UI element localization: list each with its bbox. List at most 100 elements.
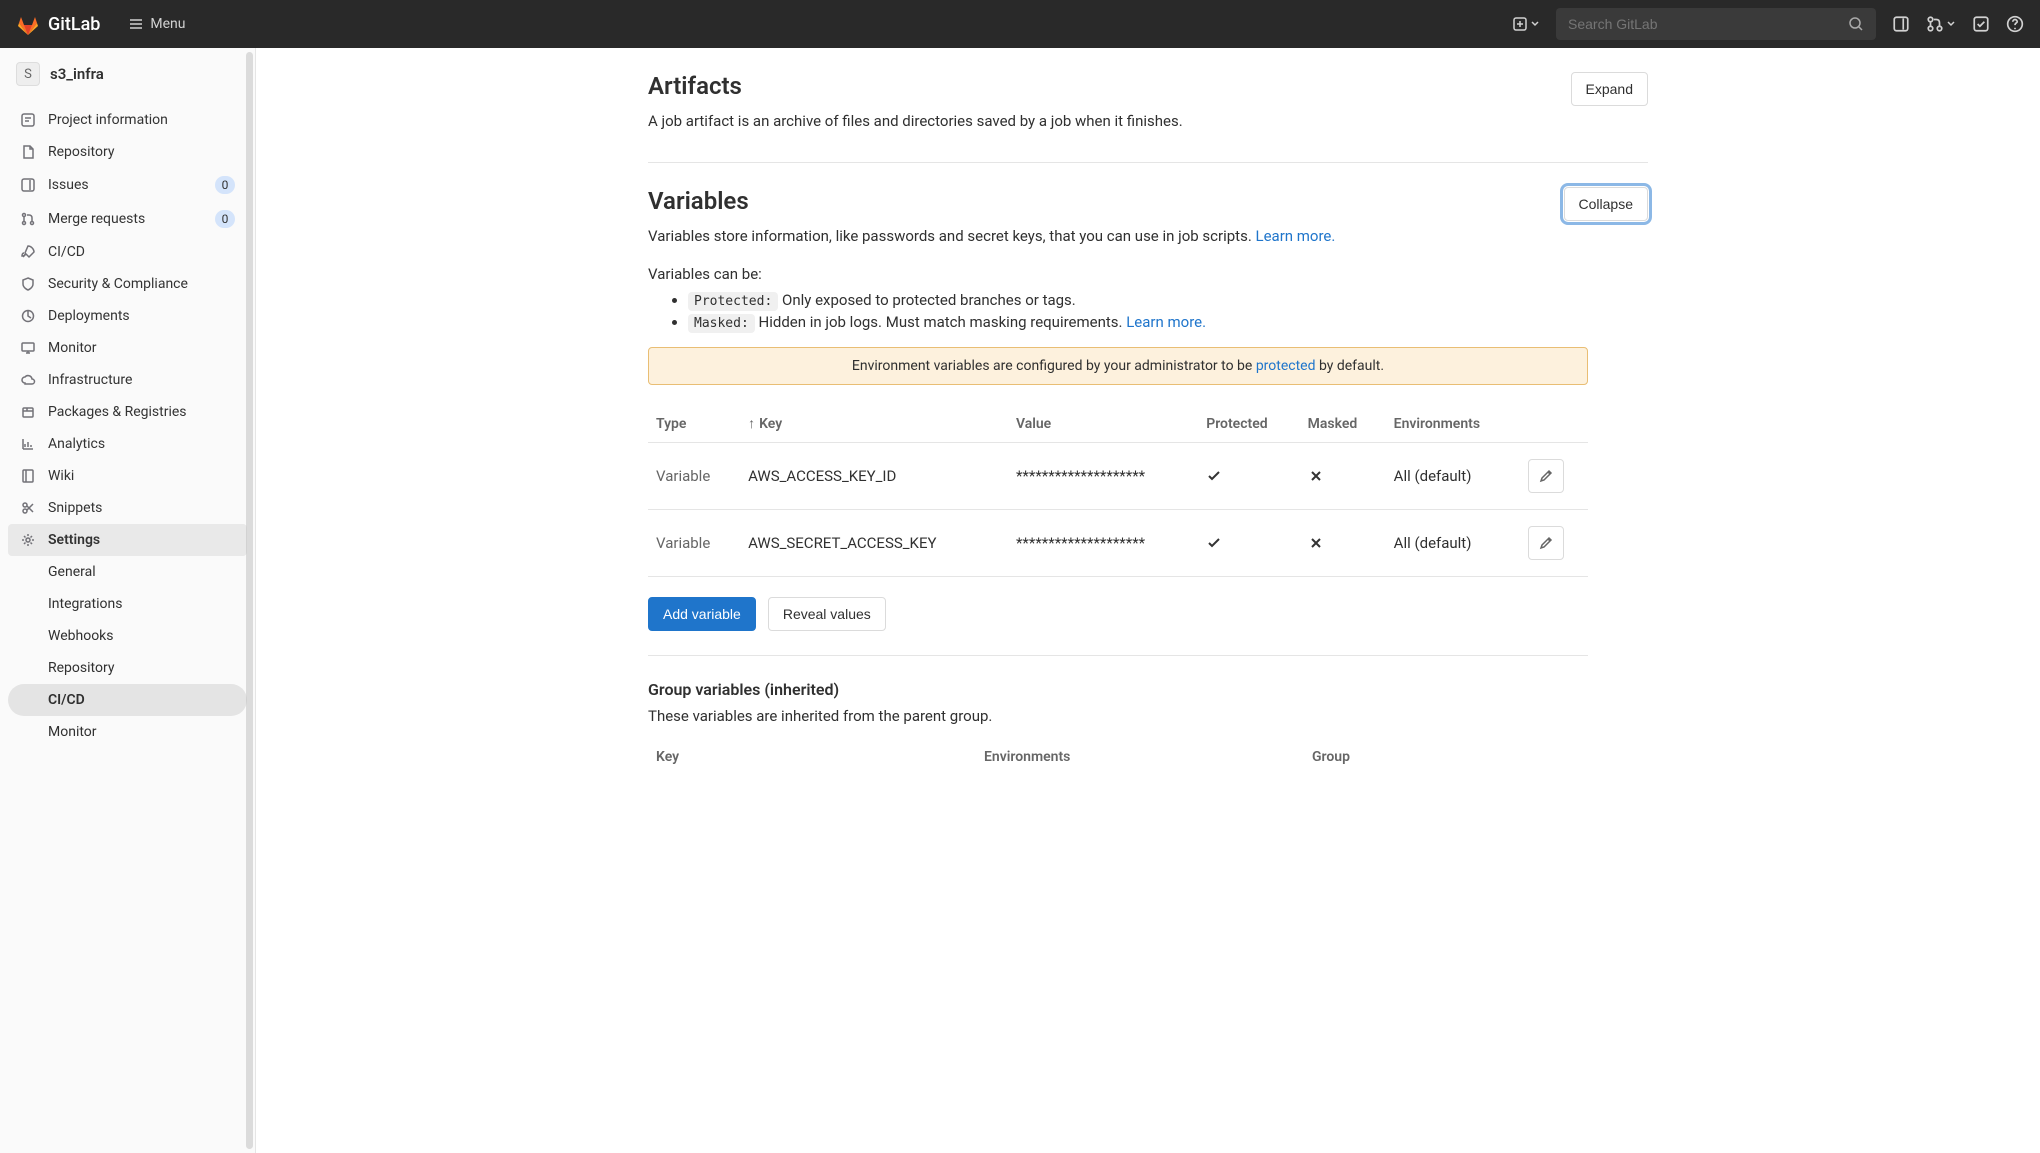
info-icon (20, 112, 36, 128)
brand-text: GitLab (48, 14, 100, 35)
gear-icon (20, 532, 36, 548)
check-icon (1206, 535, 1222, 551)
sidebar-item-analytics[interactable]: Analytics (8, 428, 247, 460)
col-type[interactable]: Type (648, 405, 740, 443)
sidebar-item-repository[interactable]: Repository (8, 136, 247, 168)
protected-link[interactable]: protected (1256, 358, 1316, 374)
sidebar-item-deployments[interactable]: Deployments (8, 300, 247, 332)
project-header[interactable]: S s3_infra (0, 48, 255, 100)
sidebar-item-packages[interactable]: Packages & Registries (8, 396, 247, 428)
gcol-envs: Environments (984, 749, 1312, 765)
artifacts-title: Artifacts (648, 72, 1183, 100)
file-icon (20, 144, 36, 160)
sidebar-item-merge-requests[interactable]: Merge requests0 (8, 202, 247, 236)
divider (648, 655, 1588, 656)
settings-sub-repository[interactable]: Repository (8, 652, 247, 684)
issues-shortcut[interactable] (1892, 15, 1910, 33)
scissors-icon (20, 500, 36, 516)
deploy-icon (20, 308, 36, 324)
x-icon (1308, 535, 1324, 551)
merge-icon (1926, 15, 1944, 33)
gcol-group: Group (1312, 749, 1640, 765)
masked-bullet: Masked: Hidden in job logs. Must match m… (688, 313, 1648, 331)
protected-cell (1198, 510, 1299, 577)
book-icon (20, 468, 36, 484)
todos-shortcut[interactable] (1972, 15, 1990, 33)
col-envs[interactable]: Environments (1386, 405, 1520, 443)
protected-default-alert: Environment variables are configured by … (648, 347, 1588, 385)
sidebar-item-project-info[interactable]: Project information (8, 104, 247, 136)
chevron-down-icon (1946, 19, 1956, 29)
sidebar-item-security[interactable]: Security & Compliance (8, 268, 247, 300)
issues-badge: 0 (215, 176, 235, 194)
col-masked[interactable]: Masked (1300, 405, 1386, 443)
variables-title: Variables (648, 187, 749, 215)
col-value[interactable]: Value (1008, 405, 1198, 443)
pencil-icon (1538, 468, 1554, 484)
protected-cell (1198, 443, 1299, 510)
chart-icon (20, 436, 36, 452)
package-icon (20, 404, 36, 420)
merge-requests-shortcut[interactable] (1926, 15, 1956, 33)
settings-sub-monitor[interactable]: Monitor (8, 716, 247, 748)
brand-logo[interactable]: GitLab (16, 12, 100, 36)
menu-button[interactable]: Menu (128, 16, 185, 32)
variables-learn-more-link[interactable]: Learn more. (1256, 227, 1336, 245)
sidebar-item-cicd[interactable]: CI/CD (8, 236, 247, 268)
menu-label: Menu (150, 16, 185, 32)
help-icon (2006, 15, 2024, 33)
sidebar: S s3_infra Project information Repositor… (0, 48, 256, 1153)
settings-sub-cicd[interactable]: CI/CD (8, 684, 247, 716)
help-shortcut[interactable] (2006, 15, 2024, 33)
issues-icon (20, 177, 36, 193)
pencil-icon (1538, 535, 1554, 551)
sidebar-item-wiki[interactable]: Wiki (8, 460, 247, 492)
mr-badge: 0 (215, 210, 235, 228)
search-bar[interactable] (1556, 8, 1876, 40)
sidebar-scrollbar[interactable] (246, 52, 253, 1149)
sidebar-item-settings[interactable]: Settings (8, 524, 247, 556)
hamburger-icon (128, 16, 144, 32)
edit-variable-button[interactable] (1528, 459, 1564, 493)
settings-sub-general[interactable]: General (8, 556, 247, 588)
artifacts-desc: A job artifact is an archive of files an… (648, 112, 1183, 130)
add-variable-button[interactable]: Add variable (648, 597, 756, 631)
collapse-variables-button[interactable]: Collapse (1564, 187, 1648, 221)
plus-square-icon (1512, 16, 1528, 32)
main-content: Artifacts A job artifact is an archive o… (256, 48, 2040, 1153)
variables-can-be: Variables can be: (648, 265, 1648, 283)
sort-asc-icon: ↑ (748, 416, 755, 432)
check-icon (1206, 468, 1222, 484)
masked-cell (1300, 443, 1386, 510)
masking-learn-more-link[interactable]: Learn more. (1126, 313, 1206, 331)
sidebar-item-issues[interactable]: Issues0 (8, 168, 247, 202)
create-new-button[interactable] (1512, 16, 1540, 32)
divider (648, 162, 1648, 163)
sidebar-item-infrastructure[interactable]: Infrastructure (8, 364, 247, 396)
settings-sub-integrations[interactable]: Integrations (8, 588, 247, 620)
issue-icon (1892, 15, 1910, 33)
col-key[interactable]: ↑Key (740, 405, 1008, 443)
group-variables-desc: These variables are inherited from the p… (648, 707, 1648, 725)
expand-artifacts-button[interactable]: Expand (1571, 72, 1648, 106)
search-input[interactable] (1568, 16, 1848, 32)
chevron-down-icon (1530, 19, 1540, 29)
shield-icon (20, 276, 36, 292)
sidebar-item-snippets[interactable]: Snippets (8, 492, 247, 524)
gcol-key: Key (656, 749, 984, 765)
edit-variable-button[interactable] (1528, 526, 1564, 560)
sidebar-item-monitor[interactable]: Monitor (8, 332, 247, 364)
reveal-values-button[interactable]: Reveal values (768, 597, 886, 631)
col-protected[interactable]: Protected (1198, 405, 1299, 443)
monitor-icon (20, 340, 36, 356)
project-name: s3_infra (50, 65, 104, 83)
table-row: Variable AWS_SECRET_ACCESS_KEY *********… (648, 510, 1588, 577)
cloud-icon (20, 372, 36, 388)
protected-bullet: Protected: Only exposed to protected bra… (688, 291, 1648, 309)
search-icon (1848, 16, 1864, 32)
settings-sub-webhooks[interactable]: Webhooks (8, 620, 247, 652)
rocket-icon (20, 244, 36, 260)
x-icon (1308, 468, 1324, 484)
table-row: Variable AWS_ACCESS_KEY_ID *************… (648, 443, 1588, 510)
gitlab-icon (16, 12, 40, 36)
